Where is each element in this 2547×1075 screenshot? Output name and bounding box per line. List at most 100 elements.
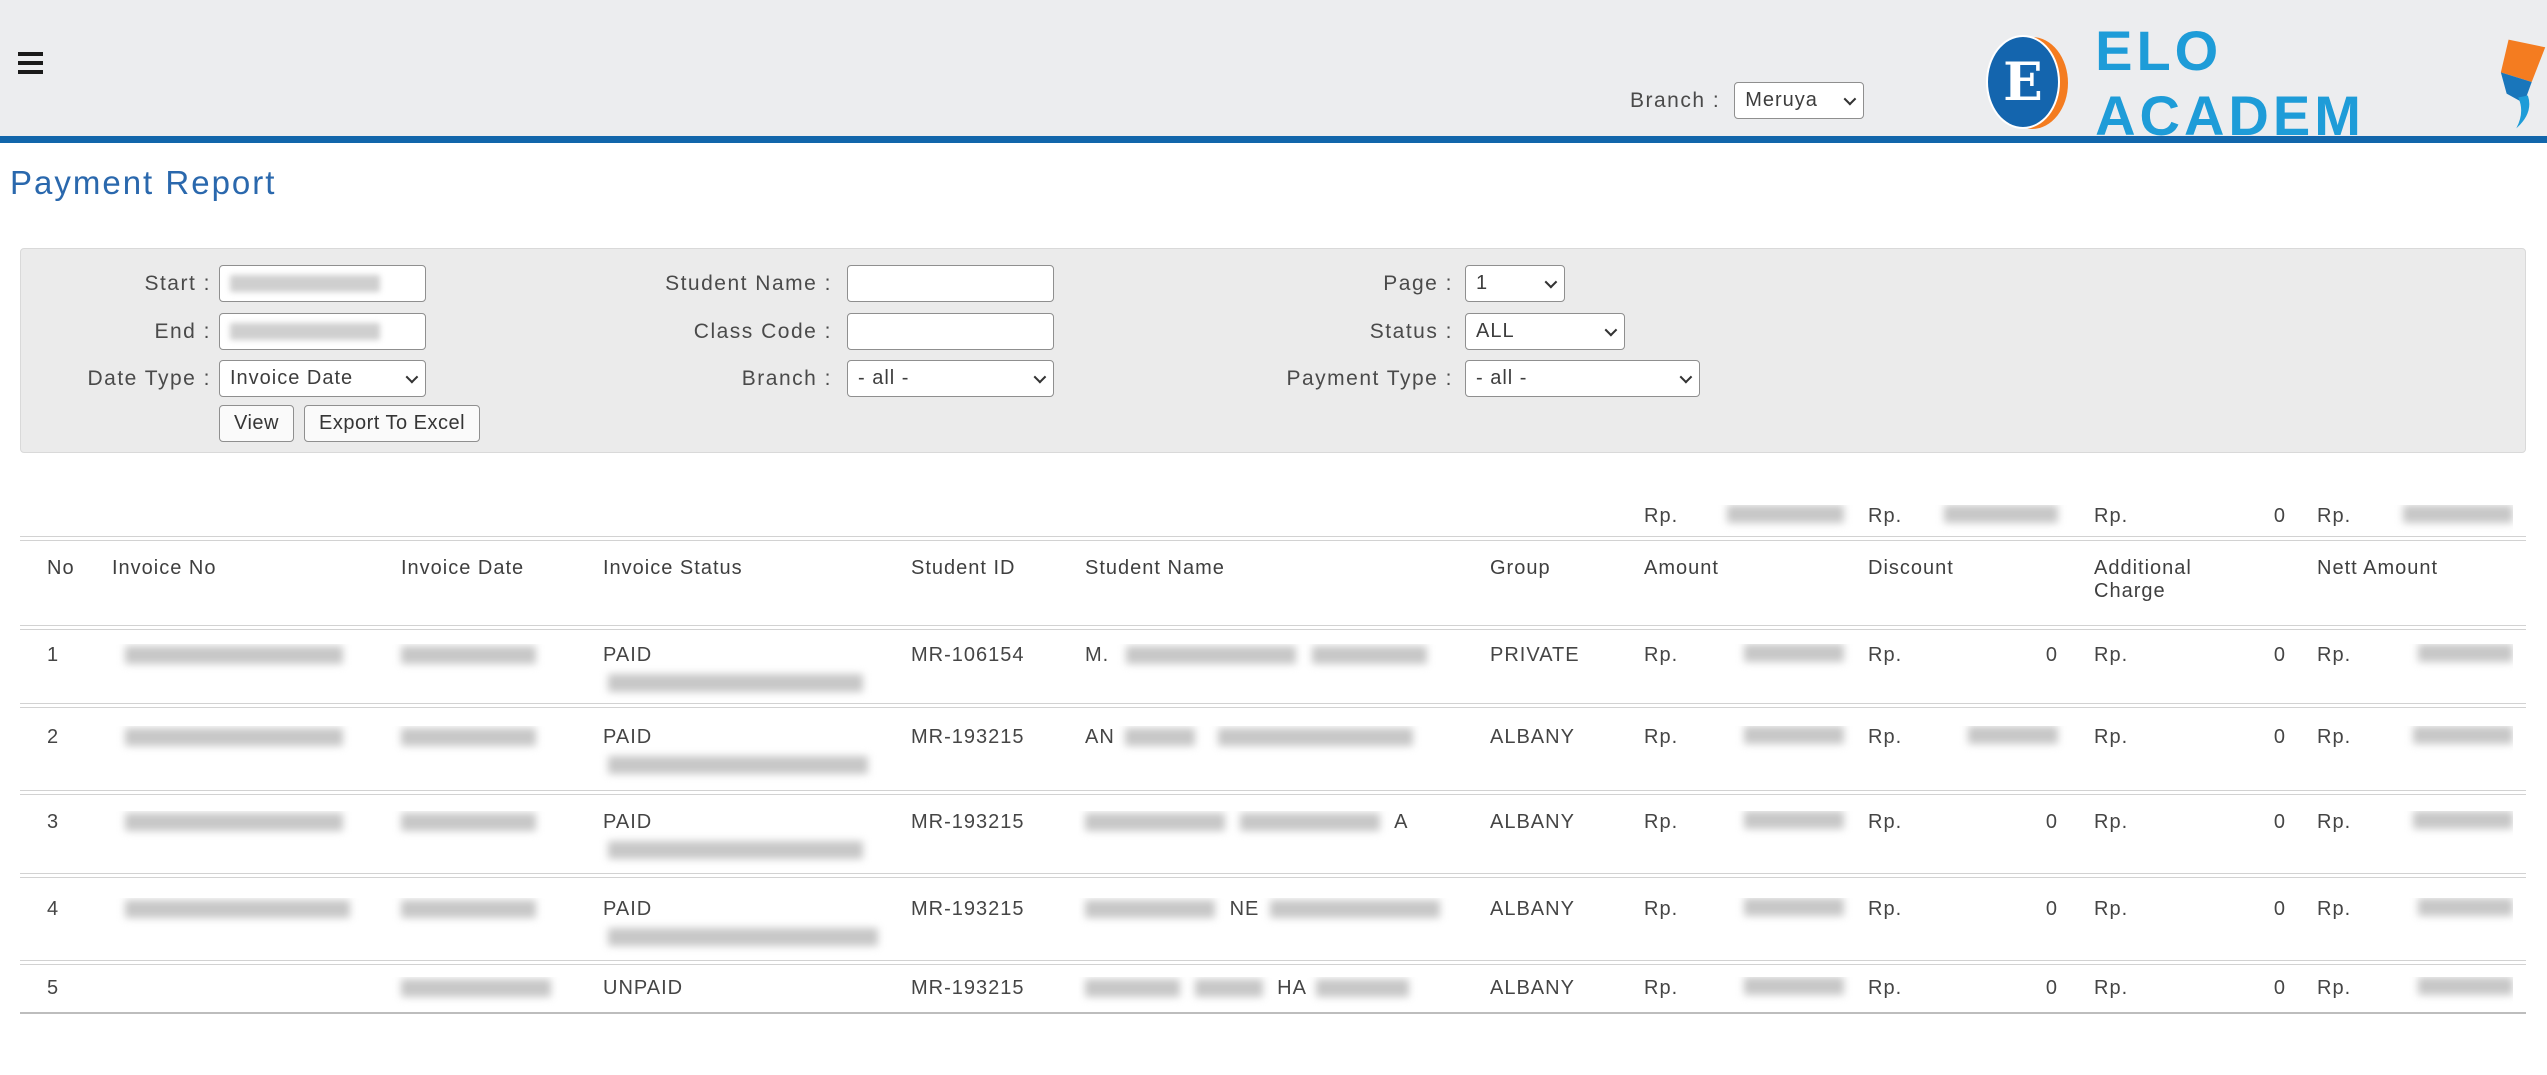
redacted-name: [1085, 979, 1180, 997]
end-label: End :: [154, 319, 211, 343]
col-group: Group: [1490, 557, 1551, 579]
redacted-payment-info: [608, 674, 863, 692]
total-nett-amount: Rp.: [2298, 505, 2513, 536]
chevron-down-icon: [1843, 92, 1857, 106]
page-label: Page :: [1383, 271, 1453, 295]
payment-report-table: Rp. Rp. Rp. 0 Rp. No Invoice No Invoice …: [20, 495, 2526, 1014]
redacted-name: [1194, 979, 1263, 997]
page-value: 1: [1476, 272, 1489, 294]
header-branch-value: Meruya: [1745, 89, 1818, 111]
logo-emblem-letter: E: [2003, 51, 2043, 113]
logo-wordmark: ELO ACADEM: [2095, 19, 2365, 147]
chevron-down-icon: [1544, 275, 1558, 289]
redacted-total-nett: [2403, 505, 2513, 523]
redacted-name: [1085, 900, 1215, 918]
total-discount: Rp.: [1856, 505, 2070, 536]
student-name-input[interactable]: [847, 265, 1054, 302]
header-branch-select[interactable]: Meruya: [1734, 82, 1865, 119]
table-row: 4 PAID MR-193215 NE ALBANY Rp. Rp. 0 Rp. 0…: [20, 878, 2526, 960]
invoice-status: PAID: [598, 726, 908, 790]
start-label: Start :: [144, 271, 211, 295]
col-invoice-no: Invoice No: [112, 557, 217, 579]
redacted-amount: [1744, 726, 1844, 744]
logo-emblem-icon: E: [1986, 35, 2068, 131]
invoice-status: UNPAID: [603, 977, 684, 999]
redacted-invoice-date: [401, 646, 536, 664]
export-to-excel-button[interactable]: Export To Excel: [304, 405, 481, 442]
page-title: Payment Report: [10, 164, 277, 201]
redacted-payment-info: [608, 928, 878, 946]
branch-filter-select[interactable]: - all -: [847, 360, 1054, 397]
table-row: 2 PAID MR-193215 AN ALBANY Rp. Rp. Rp. 0 …: [20, 708, 2526, 790]
header-branch-group: Branch : Meruya: [1630, 82, 1865, 119]
student-name: M.: [1078, 644, 1483, 703]
redacted-nett: [2418, 898, 2513, 916]
table-row: 5 UNPAID MR-193215 HA ALBANY Rp. Rp. 0 Rp…: [20, 965, 2526, 1012]
table-row: 1 PAID MR-106154 M. PRIVATE Rp. Rp. 0 Rp.…: [20, 630, 2526, 703]
col-discount: Discount: [1868, 557, 1954, 579]
redacted-nett: [2418, 977, 2513, 995]
redacted-amount: [1744, 811, 1844, 829]
view-button[interactable]: View: [219, 405, 294, 442]
col-invoice-date: Invoice Date: [401, 557, 525, 579]
date-type-value: Invoice Date: [230, 367, 354, 389]
redacted-name: [1312, 646, 1428, 664]
table-row: 3 PAID MR-193215 A ALBANY Rp. Rp. 0 Rp. 0 …: [20, 795, 2526, 873]
student-name-label: Student Name :: [665, 271, 832, 295]
redacted-discount: [1968, 726, 2058, 744]
col-amount: Amount: [1644, 557, 1719, 579]
redacted-payment-info: [608, 841, 863, 859]
redacted-end-date: [230, 323, 380, 340]
status-select[interactable]: ALL: [1465, 313, 1625, 350]
col-additional-charge: Additional Charge: [2094, 557, 2192, 602]
redacted-name: [1125, 646, 1296, 664]
chevron-down-icon: [1604, 323, 1618, 337]
invoice-status: PAID: [598, 811, 908, 873]
header-branch-label: Branch :: [1630, 88, 1721, 112]
chevron-down-icon: [405, 370, 419, 384]
student-name: NE: [1078, 898, 1483, 960]
redacted-amount: [1744, 898, 1844, 916]
start-date-input[interactable]: [219, 265, 426, 302]
page-select[interactable]: 1: [1465, 265, 1565, 302]
redacted-start-date: [230, 275, 380, 292]
payment-type-select[interactable]: - all -: [1465, 360, 1700, 397]
total-additional-charge: Rp. 0: [2094, 505, 2286, 527]
date-type-select[interactable]: Invoice Date: [219, 360, 426, 397]
redacted-total-amount: [1727, 505, 1844, 523]
menu-hamburger-icon[interactable]: [18, 52, 44, 76]
chevron-down-icon: [1679, 370, 1693, 384]
redacted-invoice-date: [401, 728, 536, 746]
redacted-payment-info: [608, 756, 868, 774]
class-code-input[interactable]: [847, 313, 1054, 350]
invoice-status: PAID: [598, 644, 908, 703]
payment-type-label: Payment Type :: [1286, 366, 1453, 390]
end-date-input[interactable]: [219, 313, 426, 350]
redacted-invoice-date: [401, 813, 536, 831]
redacted-nett: [2413, 726, 2513, 744]
redacted-name: [1217, 728, 1413, 746]
redacted-invoice-no: [125, 900, 350, 918]
payment-type-value: - all -: [1476, 367, 1528, 389]
status-value: ALL: [1476, 320, 1515, 342]
redacted-name: [1316, 979, 1410, 997]
filter-panel: Start : End : Date Type : Invoice Date V…: [20, 248, 2526, 453]
redacted-invoice-no: [125, 646, 343, 664]
invoice-status: PAID: [598, 898, 908, 960]
student-name: AN: [1078, 726, 1483, 790]
chevron-down-icon: [1033, 370, 1047, 384]
redacted-amount: [1744, 977, 1844, 995]
redacted-name: [1269, 900, 1440, 918]
redacted-invoice-no: [125, 728, 343, 746]
total-amount: Rp.: [1644, 505, 1856, 536]
totals-row: Rp. Rp. Rp. 0 Rp.: [20, 495, 2526, 536]
redacted-invoice-date: [401, 979, 551, 997]
redacted-name: [1085, 813, 1225, 831]
col-student-name: Student Name: [1085, 557, 1225, 579]
redacted-nett: [2418, 644, 2513, 662]
redacted-amount: [1744, 644, 1844, 662]
col-no: No: [47, 557, 75, 579]
branch-filter-value: - all -: [858, 367, 910, 389]
class-code-label: Class Code :: [693, 319, 832, 343]
logo: E ELO ACADEM: [1986, 18, 2547, 148]
